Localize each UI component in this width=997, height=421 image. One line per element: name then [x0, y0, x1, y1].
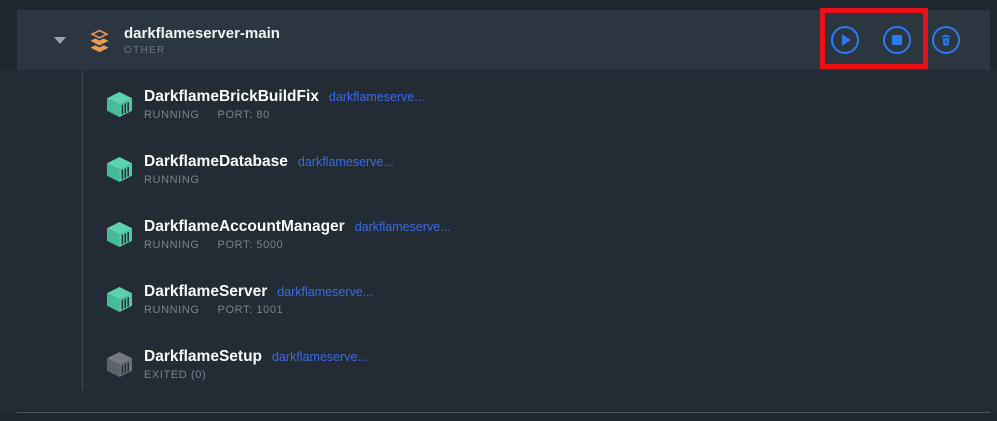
container-status: RUNNING	[144, 109, 200, 121]
bottom-band	[0, 413, 997, 421]
container-status: RUNNING	[144, 174, 200, 186]
container-cube-icon	[104, 221, 135, 248]
container-row: DarkflameServer darkflameserve... RUNNIN…	[0, 267, 997, 332]
start-stack-button[interactable]	[831, 26, 859, 54]
container-image-link[interactable]: darkflameserve...	[329, 90, 425, 104]
container-port: PORT: 1001	[218, 304, 284, 316]
stack-panel: darkflameserver-main OTHER	[0, 0, 997, 421]
container-status: RUNNING	[144, 239, 200, 251]
container-text: DarkflameServer darkflameserve... RUNNIN…	[144, 283, 373, 316]
container-cube-icon	[104, 156, 135, 183]
stack-actions	[831, 26, 990, 54]
container-text: DarkflameAccountManager darkflameserve..…	[144, 218, 451, 251]
container-row: DarkflameBrickBuildFix darkflameserve...…	[0, 72, 997, 137]
container-status-line: RUNNING	[144, 174, 394, 186]
container-status-line: EXITED (0)	[144, 369, 368, 381]
container-image-link[interactable]: darkflameserve...	[298, 155, 394, 169]
container-text: DarkflameSetup darkflameserve... EXITED …	[144, 348, 368, 381]
container-port: PORT: 5000	[218, 239, 284, 251]
container-image-link[interactable]: darkflameserve...	[277, 285, 373, 299]
delete-stack-button[interactable]	[932, 26, 960, 54]
container-status-line: RUNNING PORT: 1001	[144, 304, 373, 316]
trash-icon	[939, 33, 953, 47]
container-name: DarkflameBrickBuildFix	[144, 88, 319, 105]
container-port: PORT: 80	[218, 109, 270, 121]
container-text: DarkflameBrickBuildFix darkflameserve...…	[144, 88, 425, 121]
stop-icon	[892, 35, 902, 45]
container-image-link[interactable]: darkflameserve...	[355, 220, 451, 234]
stop-stack-button[interactable]	[883, 26, 911, 54]
container-row: DarkflameSetup darkflameserve... EXITED …	[0, 332, 997, 397]
container-text: DarkflameDatabase darkflameserve... RUNN…	[144, 153, 394, 186]
stack-category-label: OTHER	[124, 45, 280, 56]
stack-title: darkflameserver-main	[124, 25, 280, 43]
container-row: DarkflameDatabase darkflameserve... RUNN…	[0, 137, 997, 202]
container-list: DarkflameBrickBuildFix darkflameserve...…	[0, 72, 997, 397]
stack-header: darkflameserver-main OTHER	[17, 10, 990, 70]
container-status: RUNNING	[144, 304, 200, 316]
stack-text: darkflameserver-main OTHER	[124, 25, 280, 56]
container-name: DarkflameDatabase	[144, 153, 288, 170]
container-status: EXITED (0)	[144, 369, 206, 381]
stack-layers-icon	[86, 27, 113, 54]
container-cube-icon	[104, 286, 135, 313]
container-status-line: RUNNING PORT: 80	[144, 109, 425, 121]
container-name: DarkflameServer	[144, 283, 267, 300]
container-name: DarkflameAccountManager	[144, 218, 345, 235]
container-cube-icon	[104, 351, 135, 378]
container-status-line: RUNNING PORT: 5000	[144, 239, 451, 251]
container-row: DarkflameAccountManager darkflameserve..…	[0, 202, 997, 267]
play-icon	[842, 34, 851, 46]
container-image-link[interactable]: darkflameserve...	[272, 350, 368, 364]
container-name: DarkflameSetup	[144, 348, 262, 365]
container-cube-icon	[104, 91, 135, 118]
collapse-caret-icon[interactable]	[54, 37, 66, 44]
